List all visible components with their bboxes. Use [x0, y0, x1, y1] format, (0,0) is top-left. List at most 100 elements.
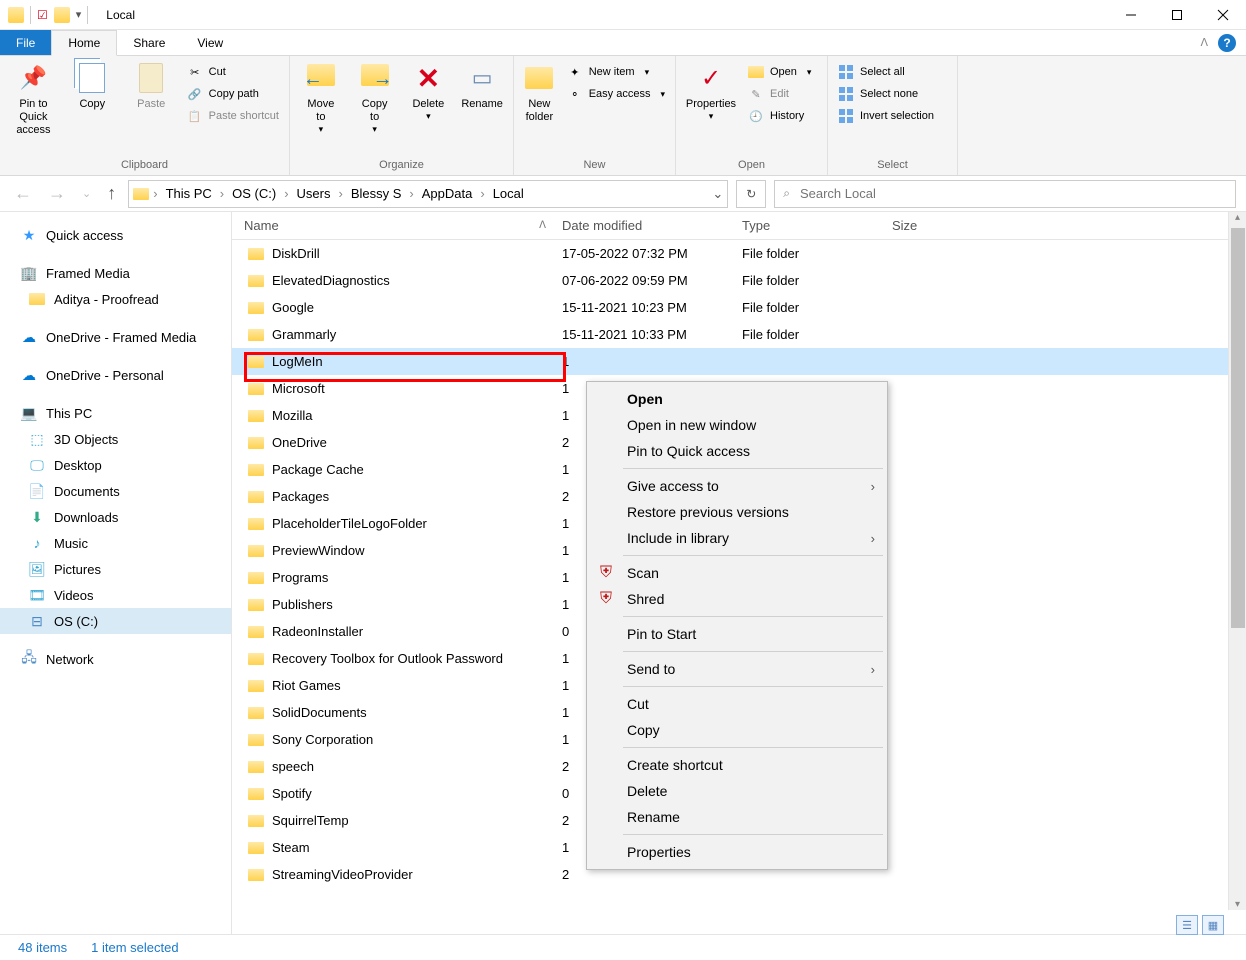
cm-delete[interactable]: Delete: [587, 778, 887, 804]
copy-to-button[interactable]: → Copy to▾: [350, 58, 400, 139]
sidebar-desktop[interactable]: 🖵Desktop: [0, 452, 231, 478]
edit-button[interactable]: ✎Edit: [744, 84, 815, 104]
minimize-button[interactable]: [1108, 0, 1154, 30]
collapse-ribbon-icon[interactable]: ᐱ: [1200, 36, 1208, 49]
file-row[interactable]: Google 15-11-2021 10:23 PM File folder: [232, 294, 1246, 321]
file-name: Package Cache: [272, 462, 364, 477]
cm-pin-start[interactable]: Pin to Start: [587, 621, 887, 647]
cm-restore-versions[interactable]: Restore previous versions: [587, 499, 887, 525]
cm-include-library[interactable]: Include in library›: [587, 525, 887, 551]
help-icon[interactable]: ?: [1218, 34, 1236, 52]
forward-button[interactable]: →: [44, 183, 70, 204]
paste-button[interactable]: Paste: [124, 58, 179, 115]
crumb-users[interactable]: Users: [293, 186, 335, 201]
tab-view[interactable]: View: [181, 30, 239, 55]
sidebar-3d-objects[interactable]: ⬚3D Objects: [0, 426, 231, 452]
qat-open-icon[interactable]: [54, 7, 70, 23]
search-input[interactable]: [800, 186, 1227, 201]
delete-button[interactable]: ✕ Delete▾: [404, 58, 454, 126]
file-name: ElevatedDiagnostics: [272, 273, 390, 288]
crumb-osc[interactable]: OS (C:): [228, 186, 280, 201]
sidebar-downloads[interactable]: ⬇Downloads: [0, 504, 231, 530]
sidebar-documents[interactable]: 📄Documents: [0, 478, 231, 504]
column-type[interactable]: Type: [734, 218, 884, 233]
crumb-thispc[interactable]: This PC: [162, 186, 216, 201]
column-date[interactable]: Date modified: [554, 218, 734, 233]
vertical-scrollbar[interactable]: ▴ ▾: [1228, 212, 1246, 910]
crumb-appdata[interactable]: AppData: [418, 186, 477, 201]
navigation-pane[interactable]: ★Quick access 🏢Framed Media Aditya - Pro…: [0, 212, 232, 934]
maximize-button[interactable]: [1154, 0, 1200, 30]
breadcrumb[interactable]: › This PC › OS (C:) › Users › Blessy S ›…: [128, 180, 728, 208]
file-row[interactable]: ElevatedDiagnostics 07-06-2022 09:59 PM …: [232, 267, 1246, 294]
crumb-user[interactable]: Blessy S: [347, 186, 406, 201]
scrollbar-thumb[interactable]: [1231, 228, 1245, 628]
invert-selection-button[interactable]: Invert selection: [834, 106, 938, 126]
sidebar-network[interactable]: 🖧Network: [0, 646, 231, 672]
tab-share[interactable]: Share: [117, 30, 181, 55]
search-box[interactable]: ⌕: [774, 180, 1236, 208]
address-dropdown-icon[interactable]: ⌄: [712, 186, 723, 202]
cm-cut[interactable]: Cut: [587, 691, 887, 717]
sidebar-framed-media[interactable]: 🏢Framed Media: [0, 260, 231, 286]
file-row[interactable]: DiskDrill 17-05-2022 07:32 PM File folde…: [232, 240, 1246, 267]
cm-copy[interactable]: Copy: [587, 717, 887, 743]
scroll-down-icon[interactable]: ▾: [1229, 899, 1246, 910]
cm-pin-quick-access[interactable]: Pin to Quick access: [587, 438, 887, 464]
sidebar-music[interactable]: ♪Music: [0, 530, 231, 556]
cm-properties[interactable]: Properties: [587, 839, 887, 865]
select-all-button[interactable]: Select all: [834, 62, 938, 82]
thumbnail-view-button[interactable]: ▦: [1202, 915, 1224, 935]
history-button[interactable]: 🕘History: [744, 106, 815, 126]
tab-file[interactable]: File: [0, 30, 51, 55]
cm-rename[interactable]: Rename: [587, 804, 887, 830]
cm-give-access[interactable]: Give access to›: [587, 473, 887, 499]
sidebar-onedrive-personal[interactable]: ☁OneDrive - Personal: [0, 362, 231, 388]
sidebar-quick-access[interactable]: ★Quick access: [0, 222, 231, 248]
file-name: Riot Games: [272, 678, 341, 693]
file-row[interactable]: Grammarly 15-11-2021 10:33 PM File folde…: [232, 321, 1246, 348]
rename-button[interactable]: ▭ Rename: [457, 58, 507, 115]
copy-path-button[interactable]: 🔗Copy path: [183, 84, 283, 104]
up-button[interactable]: ↑: [103, 183, 120, 204]
qat-properties-icon[interactable]: ☑: [37, 8, 48, 22]
crumb-local[interactable]: Local: [489, 186, 528, 201]
cm-scan[interactable]: ⛨Scan: [587, 560, 887, 586]
cm-send-to[interactable]: Send to›: [587, 656, 887, 682]
column-name[interactable]: Nameᐱ: [232, 218, 554, 233]
paste-shortcut-button[interactable]: 📋Paste shortcut: [183, 106, 283, 126]
sidebar-onedrive-framed[interactable]: ☁OneDrive - Framed Media: [0, 324, 231, 350]
new-folder-button[interactable]: New folder: [520, 58, 559, 128]
move-to-button[interactable]: ← Move to▾: [296, 58, 346, 139]
back-button[interactable]: ←: [10, 183, 36, 204]
properties-button[interactable]: ✓ Properties▾: [682, 58, 740, 126]
sidebar-aditya[interactable]: Aditya - Proofread: [0, 286, 231, 312]
column-size[interactable]: Size: [884, 218, 984, 233]
sidebar-pictures[interactable]: 🖼Pictures: [0, 556, 231, 582]
recent-dropdown[interactable]: ⌄: [78, 187, 95, 200]
tab-home[interactable]: Home: [51, 30, 117, 56]
sidebar-videos[interactable]: 🎞Videos: [0, 582, 231, 608]
cm-open[interactable]: Open: [587, 386, 887, 412]
scroll-up-icon[interactable]: ▴: [1229, 212, 1246, 223]
new-folder-icon: [523, 62, 555, 94]
refresh-button[interactable]: ↻: [736, 180, 766, 208]
cm-open-new-window[interactable]: Open in new window: [587, 412, 887, 438]
qat-dropdown-icon[interactable]: ▾: [76, 8, 82, 21]
close-button[interactable]: [1200, 0, 1246, 30]
cut-button[interactable]: ✂Cut: [183, 62, 283, 82]
cm-shred[interactable]: ⛨Shred: [587, 586, 887, 612]
easy-access-button[interactable]: ⚬Easy access▾: [563, 84, 669, 104]
open-button[interactable]: Open▾: [744, 62, 815, 82]
sidebar-os-c[interactable]: ⊟OS (C:): [0, 608, 231, 634]
sidebar-this-pc[interactable]: 💻This PC: [0, 400, 231, 426]
copy-button[interactable]: Copy: [65, 58, 120, 115]
chevron-right-icon[interactable]: ›: [153, 186, 157, 201]
cm-create-shortcut[interactable]: Create shortcut: [587, 752, 887, 778]
select-none-button[interactable]: Select none: [834, 84, 938, 104]
folder-icon: [248, 410, 264, 422]
file-row[interactable]: LogMeIn 1: [232, 348, 1246, 375]
new-item-button[interactable]: ✦New item▾: [563, 62, 669, 82]
details-view-button[interactable]: ☰: [1176, 915, 1198, 935]
pin-to-quick-access-button[interactable]: 📌 Pin to Quick access: [6, 58, 61, 141]
